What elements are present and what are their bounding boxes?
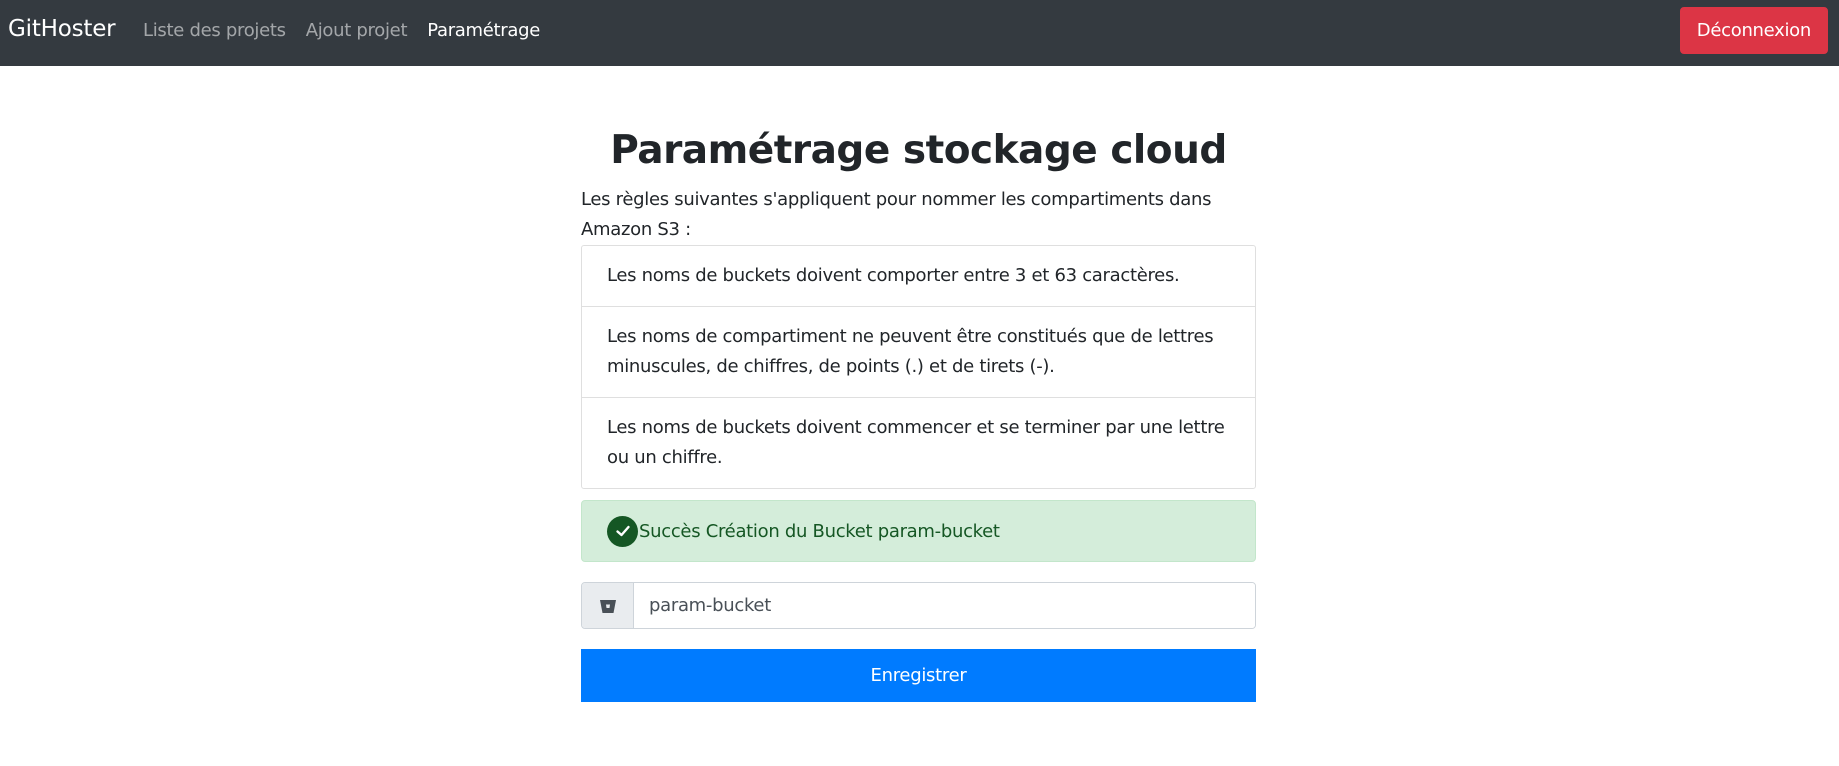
- page-title: Paramétrage stockage cloud: [610, 128, 1227, 173]
- bucket-input-group: [581, 582, 1256, 629]
- top-navbar: GitHoster Liste des projets Ajout projet…: [0, 0, 1839, 66]
- bucket-name-input[interactable]: [634, 583, 1255, 628]
- nav-link-settings[interactable]: Paramétrage: [427, 20, 540, 41]
- nav-link-add-project[interactable]: Ajout projet: [306, 20, 408, 41]
- nav-link-projects-list[interactable]: Liste des projets: [143, 20, 286, 41]
- alert-text: Succès Création du Bucket param-bucket: [639, 520, 1000, 542]
- logout-button[interactable]: Déconnexion: [1679, 7, 1828, 54]
- rules-list: Les noms de buckets doivent comporter en…: [581, 245, 1256, 489]
- success-alert: Succès Création du Bucket param-bucket: [581, 500, 1256, 562]
- list-item: Les noms de buckets doivent comporter en…: [582, 246, 1255, 307]
- brand-link[interactable]: GitHoster: [8, 16, 116, 42]
- intro-text: Les règles suivantes s'appliquent pour n…: [581, 189, 1212, 240]
- list-item: Les noms de compartiment ne peuvent être…: [582, 307, 1255, 398]
- list-item: Les noms de buckets doivent commencer et…: [607, 417, 1225, 468]
- bucket-icon: [582, 583, 634, 628]
- main-content: Paramétrage stockage cloud Les règles su…: [581, 66, 1256, 702]
- check-circle-icon: [607, 515, 638, 547]
- save-button[interactable]: Enregistrer: [581, 649, 1256, 702]
- nav-links: Liste des projets Ajout projet Paramétra…: [143, 20, 560, 41]
